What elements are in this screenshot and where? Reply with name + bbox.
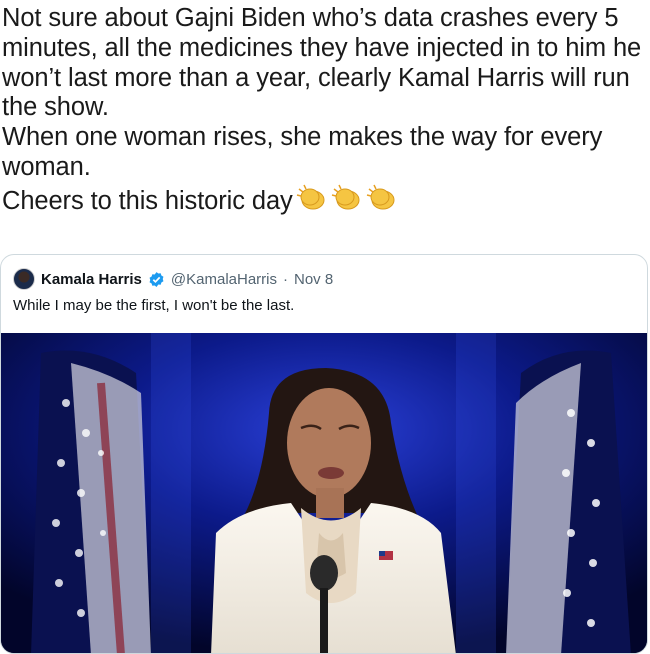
clapping-hands-icon	[365, 183, 399, 213]
tweet-body: Not sure about Gajni Biden who’s data cr…	[2, 4, 648, 221]
clapping-hands-icon	[330, 183, 364, 213]
tweet-line-3: Cheers to this historic day	[2, 183, 648, 221]
tweet-line-3-text: Cheers to this historic day	[2, 187, 293, 215]
tweet-line-2: When one woman rises, she makes the way …	[2, 123, 648, 183]
clapping-hands-icon	[295, 183, 329, 213]
separator-dot: ·	[283, 271, 288, 288]
avatar[interactable]	[13, 268, 35, 290]
speech-photo	[1, 333, 648, 654]
tweet-date[interactable]: Nov 8	[294, 271, 333, 288]
quoted-tweet-text: While I may be the first, I won't be the…	[13, 297, 294, 314]
right-flag	[506, 351, 631, 654]
quoted-tweet-card[interactable]: Kamala Harris @KamalaHarris · Nov 8 Whil…	[0, 254, 648, 654]
quoted-tweet-header: Kamala Harris @KamalaHarris · Nov 8	[13, 267, 333, 291]
tweet-line-1: Not sure about Gajni Biden who’s data cr…	[2, 4, 648, 123]
author-handle[interactable]: @KamalaHarris	[171, 271, 277, 288]
left-flag	[31, 351, 151, 654]
clap-emoji-row	[295, 183, 400, 221]
verified-badge-icon	[148, 271, 165, 288]
tweet: Not sure about Gajni Biden who’s data cr…	[0, 0, 650, 650]
tweet-media-image[interactable]	[1, 333, 648, 654]
author-name[interactable]: Kamala Harris	[41, 271, 142, 288]
